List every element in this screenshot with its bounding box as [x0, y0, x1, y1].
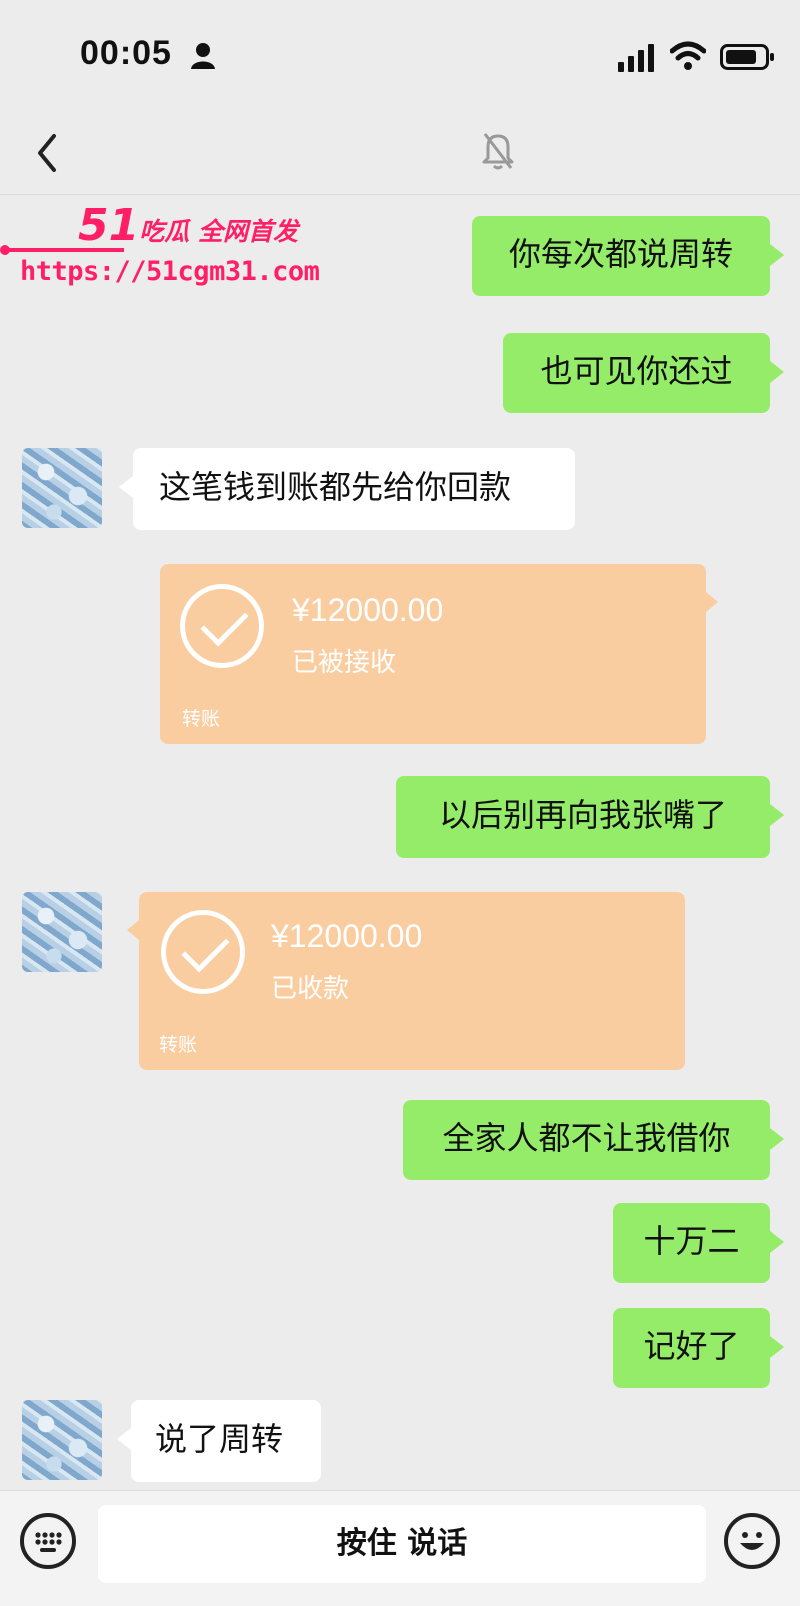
muted-bell-icon — [482, 133, 514, 170]
watermark-url: https://51cgm31.com — [20, 256, 320, 287]
status-bar: 00:05 — [0, 0, 800, 112]
input-bar: 按住 说话 — [0, 1490, 800, 1606]
back-chevron-icon[interactable] — [30, 130, 66, 176]
transfer-status: 已收款 — [271, 974, 350, 1004]
contact-avatar[interactable] — [22, 892, 102, 972]
message-bubble-sent[interactable]: 也可见你还过 — [503, 333, 784, 413]
emoji-icon[interactable] — [724, 1513, 780, 1569]
message-bubble-received[interactable]: 说了周转 — [117, 1400, 321, 1482]
keyboard-icon[interactable] — [20, 1513, 76, 1569]
transfer-amount: ¥12000.00 — [271, 918, 423, 954]
watermark-logo: 51吃瓜 全网首发 — [78, 200, 298, 251]
contact-avatar[interactable] — [22, 1400, 102, 1480]
watermark-decor — [4, 248, 124, 252]
status-time: 00:05 — [80, 34, 172, 72]
transfer-label: 转账 — [159, 1034, 198, 1056]
message-bubble-sent[interactable]: 以后别再向我张嘴了 — [396, 776, 784, 858]
hold-to-talk-button[interactable]: 按住 说话 — [98, 1505, 706, 1583]
transfer-card-sent[interactable]: ¥12000.00 已被接收 转账 — [160, 564, 718, 744]
transfer-amount: ¥12000.00 — [292, 592, 444, 628]
chat-header — [0, 112, 800, 195]
message-bubble-sent[interactable]: 全家人都不让我借你 — [403, 1100, 784, 1180]
person-icon — [191, 43, 215, 69]
message-bubble-sent[interactable]: 十万二 — [613, 1203, 784, 1283]
transfer-status: 已被接收 — [292, 648, 397, 678]
cell-signal-icon — [618, 44, 654, 72]
contact-avatar[interactable] — [22, 448, 102, 528]
wifi-icon — [670, 41, 706, 70]
battery-icon — [720, 44, 774, 70]
transfer-card-received[interactable]: ¥12000.00 已收款 转账 — [127, 892, 685, 1070]
message-bubble-sent[interactable]: 记好了 — [613, 1308, 784, 1388]
transfer-label: 转账 — [182, 708, 221, 730]
message-bubble-sent[interactable]: 你每次都说周转 — [472, 216, 784, 296]
message-bubble-received[interactable]: 这笔钱到账都先给你回款 — [119, 448, 575, 530]
watermark: 51吃瓜 全网首发 https://51cgm31.com — [0, 200, 320, 300]
